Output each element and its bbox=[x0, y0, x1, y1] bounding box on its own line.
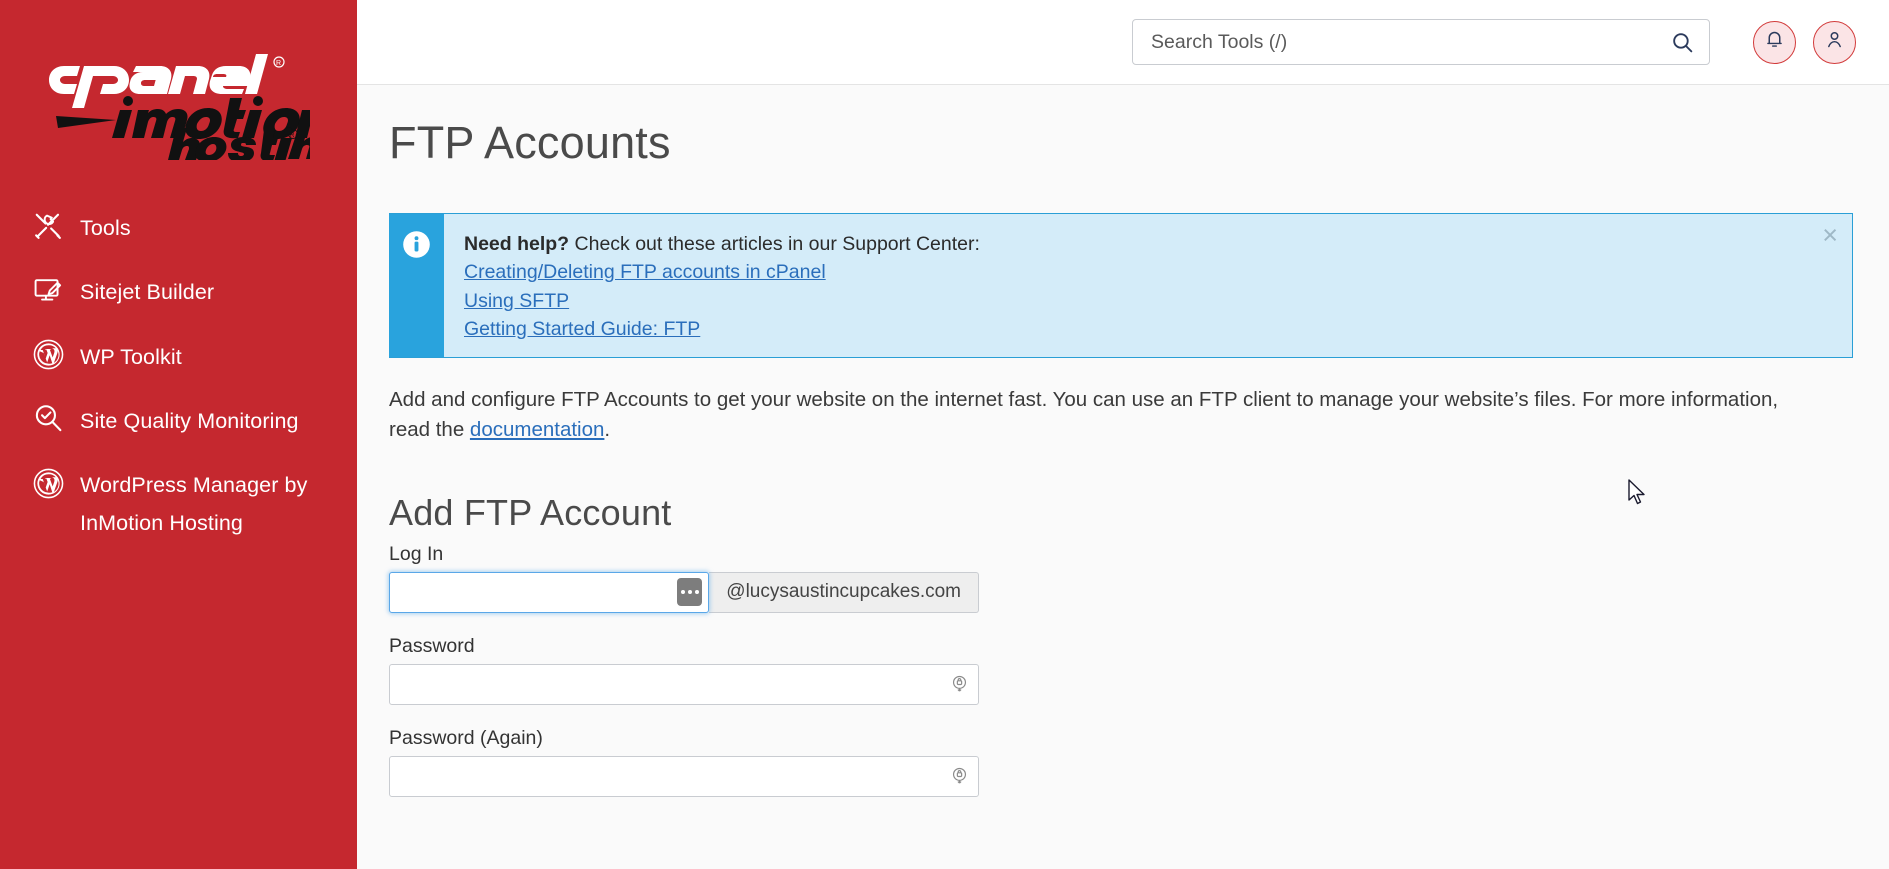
add-ftp-account-form: Log In @lucysaustincupcakes.com Password bbox=[389, 543, 1889, 797]
search-input[interactable] bbox=[1151, 30, 1670, 54]
page-description: Add and configure FTP Accounts to get yo… bbox=[389, 385, 1809, 444]
support-alert: Need help? Check out these articles in o… bbox=[389, 213, 1853, 359]
password-again-input[interactable] bbox=[389, 755, 979, 797]
login-input-wrap bbox=[389, 571, 710, 613]
tools-icon bbox=[30, 210, 66, 242]
password-label: Password bbox=[389, 634, 475, 657]
user-icon bbox=[1824, 29, 1845, 55]
alert-link-creating-deleting[interactable]: Creating/Deleting FTP accounts in cPanel bbox=[464, 258, 826, 286]
magnifier-check-icon bbox=[30, 403, 66, 435]
alert-intro: Check out these articles in our Support … bbox=[569, 233, 980, 255]
password-again-input-wrap bbox=[389, 755, 979, 797]
alert-body: Need help? Check out these articles in o… bbox=[444, 214, 1852, 357]
password-field-row bbox=[389, 663, 979, 705]
svg-text:R: R bbox=[276, 60, 281, 67]
alert-heading-line: Need help? Check out these articles in o… bbox=[464, 230, 1830, 258]
bell-icon bbox=[1764, 29, 1785, 55]
alert-link-using-sftp[interactable]: Using SFTP bbox=[464, 287, 569, 315]
password-input[interactable] bbox=[389, 663, 979, 705]
main-area: FTP Accounts Need help? Check out these … bbox=[357, 0, 1889, 869]
wordpress-icon bbox=[30, 339, 66, 371]
documentation-link[interactable]: documentation bbox=[470, 418, 604, 441]
ellipsis-icon[interactable] bbox=[677, 578, 703, 606]
wordpress-icon bbox=[30, 467, 66, 499]
account-button[interactable] bbox=[1813, 20, 1856, 64]
monitor-pencil-icon bbox=[30, 274, 66, 306]
password-lock-icon[interactable] bbox=[950, 675, 969, 694]
sidebar-item-site-quality-monitoring[interactable]: Site Quality Monitoring bbox=[0, 389, 357, 453]
sidebar-item-label: WordPress Manager by InMotion Hosting bbox=[80, 473, 308, 536]
login-label: Log In bbox=[389, 542, 444, 565]
info-icon bbox=[402, 230, 431, 264]
sidebar-item-tools[interactable]: Tools bbox=[0, 196, 357, 260]
notifications-button[interactable] bbox=[1753, 20, 1796, 64]
sidebar-item-label: Tools bbox=[80, 216, 131, 240]
search-box[interactable] bbox=[1132, 19, 1710, 65]
login-input[interactable] bbox=[389, 571, 710, 613]
add-ftp-account-title: Add FTP Account bbox=[389, 491, 672, 533]
sidebar: R R Tools Sitejet Builder WP Toolkit Sit… bbox=[0, 0, 357, 869]
search-icon[interactable] bbox=[1670, 30, 1695, 55]
description-after: . bbox=[604, 417, 611, 441]
cpanel-app: R R Tools Sitejet Builder WP Toolkit Sit… bbox=[0, 0, 1889, 869]
sidebar-item-label: Sitejet Builder bbox=[80, 280, 215, 305]
sidebar-item-wp-toolkit[interactable]: WP Toolkit bbox=[0, 325, 357, 389]
alert-link-getting-started[interactable]: Getting Started Guide: FTP bbox=[464, 315, 700, 343]
sidebar-item-wordpress-manager[interactable]: WordPress Manager by InMotion Hosting bbox=[0, 453, 357, 556]
page-title: FTP Accounts bbox=[389, 117, 671, 168]
password-lock-icon[interactable] bbox=[950, 767, 969, 786]
top-bar bbox=[357, 0, 1889, 85]
alert-heading: Need help? bbox=[464, 233, 570, 255]
password-again-field-row bbox=[389, 755, 979, 797]
sidebar-item-label: WP Toolkit bbox=[80, 344, 182, 369]
page-content: FTP Accounts Need help? Check out these … bbox=[357, 85, 1889, 869]
brand-logo[interactable]: R R bbox=[0, 0, 357, 160]
cpanel-inmotion-hosting-logo: R R bbox=[48, 54, 310, 160]
password-input-wrap bbox=[389, 663, 979, 705]
alert-accent-bar bbox=[389, 214, 444, 358]
login-field-row: @lucysaustincupcakes.com bbox=[389, 571, 979, 613]
password-again-label: Password (Again) bbox=[389, 726, 543, 749]
sidebar-item-sitejet-builder[interactable]: Sitejet Builder bbox=[0, 260, 357, 324]
close-icon[interactable]: × bbox=[1822, 222, 1838, 249]
login-domain-suffix: @lucysaustincupcakes.com bbox=[709, 571, 979, 613]
sidebar-item-label: Site Quality Monitoring bbox=[80, 408, 299, 433]
sidebar-nav: Tools Sitejet Builder WP Toolkit Site Qu… bbox=[0, 196, 357, 556]
